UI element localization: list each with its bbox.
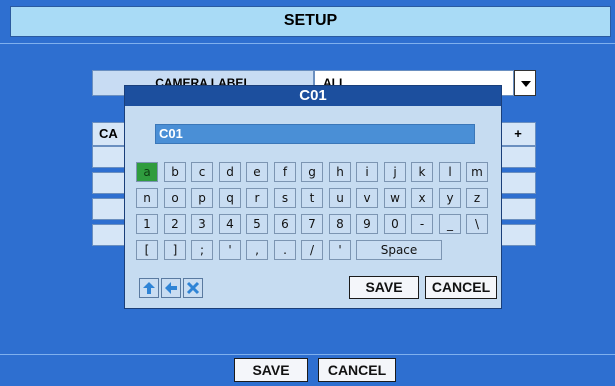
key[interactable]: q (219, 188, 241, 208)
top-divider (0, 43, 615, 44)
key[interactable]: 3 (191, 214, 213, 234)
key[interactable]: p (191, 188, 213, 208)
table-row[interactable] (500, 224, 536, 246)
dialog-cancel-button[interactable]: CANCEL (425, 276, 497, 299)
key[interactable]: , (246, 240, 268, 260)
key[interactable]: / (301, 240, 323, 260)
key[interactable]: ' (329, 240, 351, 260)
key[interactable]: 8 (329, 214, 351, 234)
key[interactable]: . (274, 240, 296, 260)
key[interactable]: 9 (356, 214, 378, 234)
key[interactable]: [ (136, 240, 158, 260)
key[interactable]: - (411, 214, 433, 234)
key[interactable]: o (164, 188, 186, 208)
key[interactable]: h (329, 162, 351, 182)
key[interactable]: r (246, 188, 268, 208)
key[interactable]: t (301, 188, 323, 208)
keyboard-dialog: C01 C01 abcdefghijklm nopqrstuvwxyz 123456… (124, 85, 502, 309)
table-row[interactable] (500, 198, 536, 220)
key[interactable]: f (274, 162, 296, 182)
bottom-divider (0, 354, 615, 355)
key[interactable]: e (246, 162, 268, 182)
key[interactable]: i (356, 162, 378, 182)
setup-screen: SETUP CAMERA LABEL ALL CA + C01 C01 abcd… (0, 0, 615, 386)
table-row[interactable] (500, 172, 536, 194)
key[interactable]: g (301, 162, 323, 182)
key[interactable]: m (466, 162, 488, 182)
key[interactable]: 2 (164, 214, 186, 234)
key[interactable]: ; (191, 240, 213, 260)
key[interactable]: j (384, 162, 406, 182)
dialog-title: C01 (125, 86, 501, 106)
key[interactable]: 7 (301, 214, 323, 234)
cancel-button[interactable]: CANCEL (318, 358, 396, 382)
up-arrow-icon[interactable] (139, 278, 159, 298)
key[interactable]: 6 (274, 214, 296, 234)
table-header-right[interactable]: + (500, 122, 536, 146)
label-input[interactable]: C01 (155, 124, 475, 144)
dialog-save-button[interactable]: SAVE (349, 276, 419, 299)
key[interactable]: b (164, 162, 186, 182)
key[interactable]: v (356, 188, 378, 208)
key[interactable]: ] (164, 240, 186, 260)
key[interactable]: a (136, 162, 158, 182)
key[interactable]: 1 (136, 214, 158, 234)
left-arrow-icon[interactable] (161, 278, 181, 298)
key[interactable]: ' (219, 240, 241, 260)
space-key[interactable]: Space (356, 240, 442, 260)
key[interactable]: 5 (246, 214, 268, 234)
table-row[interactable] (500, 146, 536, 168)
key[interactable]: _ (439, 214, 461, 234)
key[interactable]: 4 (219, 214, 241, 234)
key[interactable]: d (219, 162, 241, 182)
key[interactable]: y (439, 188, 461, 208)
chevron-down-icon[interactable] (514, 70, 536, 96)
save-button[interactable]: SAVE (234, 358, 308, 382)
key[interactable]: u (329, 188, 351, 208)
key[interactable]: z (466, 188, 488, 208)
key[interactable]: s (274, 188, 296, 208)
key[interactable]: l (439, 162, 461, 182)
key[interactable]: 0 (384, 214, 406, 234)
key[interactable]: x (411, 188, 433, 208)
page-title: SETUP (10, 6, 611, 37)
key[interactable]: w (384, 188, 406, 208)
close-icon[interactable] (183, 278, 203, 298)
key[interactable]: c (191, 162, 213, 182)
key[interactable]: \ (466, 214, 488, 234)
key[interactable]: k (411, 162, 433, 182)
key[interactable]: n (136, 188, 158, 208)
